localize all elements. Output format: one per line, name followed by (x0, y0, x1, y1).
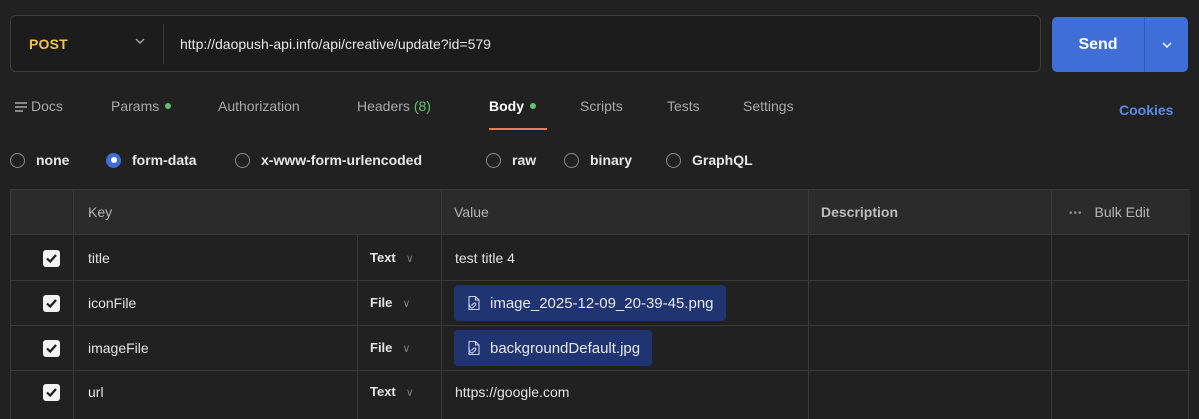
status-dot (530, 103, 536, 110)
tab-label: Docs (31, 98, 63, 114)
method-select[interactable]: POST (11, 16, 163, 71)
file-name: image_2025-12-09_20-39-45.png (490, 294, 714, 312)
radio-label: binary (590, 152, 633, 168)
radio-graphql[interactable]: GraphQL (666, 150, 753, 170)
table-header: Key Value Description ••• Bulk Edit (11, 190, 1190, 235)
tab-label: Settings (743, 98, 794, 114)
tab-body[interactable]: Body (489, 98, 536, 124)
table-row: title Text ∨ test title 4 (11, 236, 1190, 281)
radio-label: GraphQL (692, 152, 753, 168)
headers-count: (8) (413, 98, 431, 114)
request-bar: POST http://daopush-api.info/api/creativ… (10, 15, 1041, 72)
tab-label: Scripts (580, 98, 623, 114)
tab-label: Body (489, 98, 524, 114)
radio-label: raw (512, 152, 537, 168)
row-type-label: Text (370, 384, 396, 399)
check-icon (46, 254, 57, 264)
url-input[interactable]: http://daopush-api.info/api/creative/upd… (164, 36, 491, 52)
radio-raw[interactable]: raw (486, 150, 536, 170)
row-type-select[interactable]: File ∨ (370, 295, 410, 310)
chevron-down-icon (135, 38, 145, 44)
radio-button[interactable] (564, 152, 579, 168)
header-key: Key (88, 204, 113, 220)
chevron-down-icon: ∨ (405, 253, 414, 265)
row-key[interactable]: title (88, 250, 110, 266)
row-checkbox[interactable] (43, 250, 60, 267)
row-type-label: Text (370, 250, 396, 265)
radio-button[interactable] (235, 152, 250, 168)
more-icon: ••• (1069, 207, 1083, 219)
tab-params[interactable]: Params (111, 98, 172, 124)
active-tab-indicator (489, 128, 547, 130)
request-tabs: Docs Params Authorization Headers (8) Bo… (0, 98, 1199, 124)
file-icon (468, 295, 480, 311)
tab-authorization[interactable]: Authorization (218, 98, 300, 124)
radio-binary[interactable]: binary (564, 150, 632, 170)
send-options-button[interactable] (1145, 17, 1188, 72)
row-checkbox[interactable] (43, 384, 60, 401)
row-key[interactable]: imageFile (88, 340, 149, 356)
radio-button[interactable] (666, 152, 681, 168)
radio-urlencoded[interactable]: x-www-form-urlencoded (235, 150, 422, 170)
row-key[interactable]: url (88, 384, 104, 400)
row-value[interactable]: https://google.com (455, 384, 569, 400)
tab-label: Params (111, 98, 160, 114)
chevron-down-icon: ∨ (405, 387, 414, 399)
row-type-label: File (370, 340, 393, 355)
file-chip[interactable]: image_2025-12-09_20-39-45.png (454, 285, 726, 321)
check-icon (46, 299, 57, 309)
row-type-select[interactable]: Text ∨ (370, 250, 414, 265)
method-label: POST (29, 35, 68, 52)
tab-settings[interactable]: Settings (743, 98, 794, 124)
form-data-table: Key Value Description ••• Bulk Edit title… (10, 189, 1190, 419)
tab-headers[interactable]: Headers (8) (357, 98, 431, 124)
tab-label: Tests (667, 98, 700, 114)
bulk-edit-label: Bulk Edit (1094, 204, 1150, 220)
check-icon (46, 344, 57, 354)
row-type-select[interactable]: File ∨ (370, 340, 410, 355)
row-type-select[interactable]: Text ∨ (370, 384, 414, 399)
radio-button[interactable] (486, 152, 501, 168)
tab-label: Authorization (218, 98, 300, 114)
tab-label: Headers (357, 98, 410, 114)
file-name: backgroundDefault.jpg (490, 339, 641, 357)
radio-none[interactable]: none (10, 150, 69, 170)
radio-label: x-www-form-urlencoded (261, 152, 423, 168)
chevron-down-icon: ∨ (402, 298, 411, 310)
radio-label: none (36, 152, 70, 168)
file-chip[interactable]: backgroundDefault.jpg (454, 330, 653, 366)
header-value: Value (454, 204, 489, 220)
cookies-link[interactable]: Cookies (1119, 102, 1173, 118)
row-value[interactable]: test title 4 (455, 250, 515, 266)
header-description: Description (821, 204, 899, 220)
radio-button-checked[interactable] (106, 152, 121, 168)
file-icon (468, 340, 480, 356)
bulk-edit-button[interactable]: ••• Bulk Edit (1069, 204, 1150, 220)
chevron-down-icon: ∨ (402, 343, 411, 355)
row-checkbox[interactable] (43, 295, 60, 312)
row-type-label: File (370, 295, 393, 310)
check-icon (46, 388, 57, 398)
tab-docs[interactable]: Docs (14, 98, 63, 124)
table-row: iconFile File ∨ image_2025-12-09_20-39-45… (11, 281, 1190, 326)
tab-tests[interactable]: Tests (667, 98, 700, 124)
radio-form-data[interactable]: form-data (106, 150, 197, 170)
status-dot (165, 103, 172, 110)
radio-label: form-data (132, 152, 197, 168)
table-row: imageFile File ∨ backgroundDefault.jpg (11, 326, 1190, 371)
table-row: url Text ∨ https://google.com (11, 371, 1190, 416)
tab-scripts[interactable]: Scripts (580, 98, 623, 124)
row-checkbox[interactable] (43, 340, 60, 357)
row-key[interactable]: iconFile (88, 295, 136, 311)
chevron-down-icon (1161, 41, 1172, 48)
docs-icon (15, 102, 27, 112)
radio-button[interactable] (10, 152, 25, 168)
send-button[interactable]: Send (1052, 17, 1144, 72)
body-type-radios: none form-data x-www-form-urlencoded raw… (0, 150, 1199, 170)
